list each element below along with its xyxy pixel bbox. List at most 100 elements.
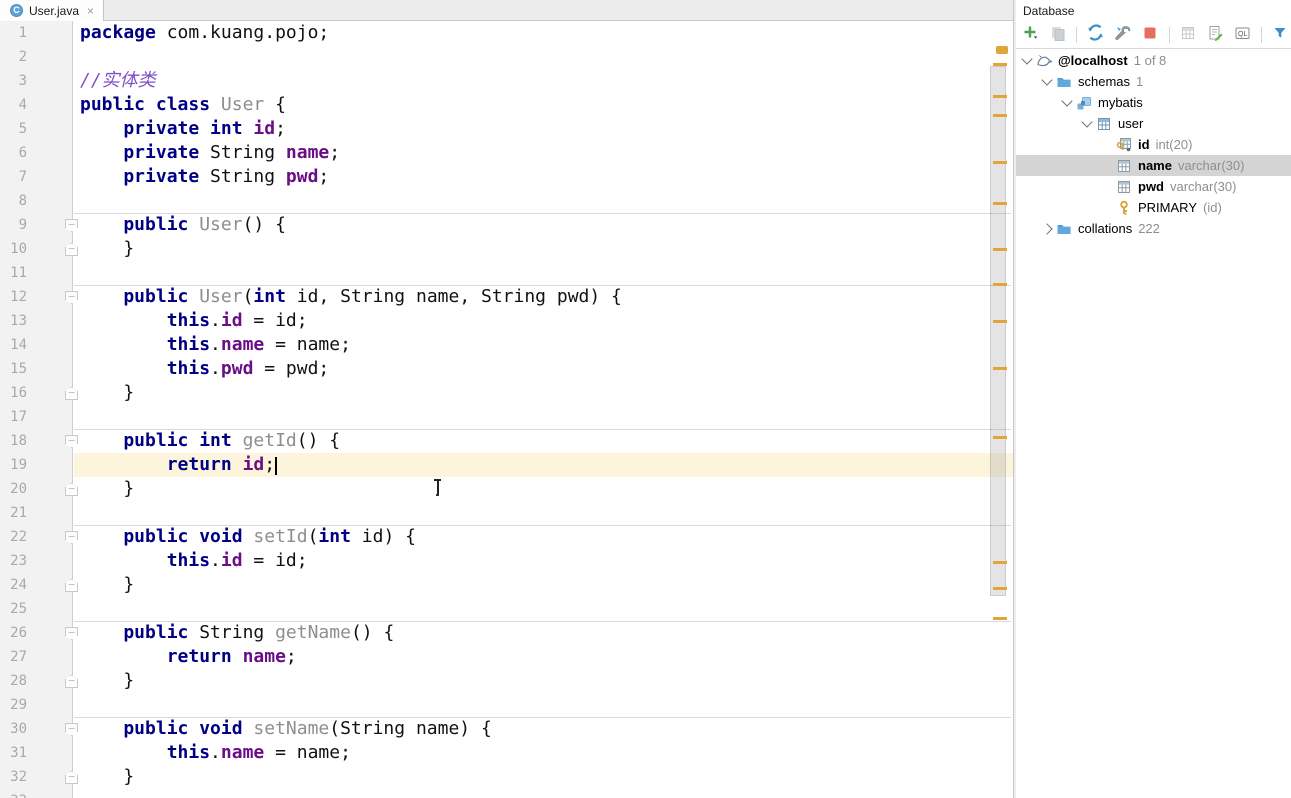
database-panel: Database QL @localhost 1 of 8 schemas 1 myba… — [1016, 0, 1291, 798]
scrollbar-thumb[interactable] — [990, 66, 1006, 596]
chevron-right-icon[interactable] — [1041, 222, 1053, 235]
code-line[interactable]: 17 — [0, 405, 1013, 429]
code-editor[interactable]: 1 package com.kuang.pojo; 2 3//实体类 4 public c… — [0, 21, 1013, 798]
code-text: } — [80, 670, 135, 691]
code-line[interactable]: 5 private int id; — [0, 117, 1013, 141]
code-line[interactable]: 18 − public int getId() { — [0, 429, 1013, 453]
code-line[interactable]: 33 — [0, 789, 1013, 798]
code-line[interactable]: 20 − } — [0, 477, 1013, 501]
tree-row-user[interactable]: user — [1016, 113, 1291, 134]
tab-close-icon[interactable]: × — [87, 5, 94, 17]
fold-marker-end[interactable]: − — [65, 243, 78, 256]
duplicate-button[interactable] — [1047, 24, 1068, 46]
code-line[interactable]: 1 package com.kuang.pojo; — [0, 21, 1013, 45]
mouse-ibeam-cursor — [433, 479, 442, 496]
tree-row-mybatis[interactable]: mybatis — [1016, 92, 1291, 113]
change-marker — [993, 587, 1007, 590]
synchronize-button[interactable] — [1085, 24, 1106, 46]
fold-marker-start[interactable]: − — [65, 531, 78, 544]
dump-data-button[interactable] — [1205, 24, 1226, 46]
stop-button[interactable] — [1140, 24, 1161, 46]
code-line[interactable]: 23 this.id = id; — [0, 549, 1013, 573]
code-line[interactable]: 10 − } — [0, 237, 1013, 261]
line-number: 10 — [10, 241, 27, 257]
fold-marker-end[interactable]: − — [65, 675, 78, 688]
code-line[interactable]: 32 − } — [0, 765, 1013, 789]
line-number: 2 — [18, 49, 27, 65]
line-number: 18 — [10, 433, 27, 449]
filter-button[interactable] — [1270, 24, 1291, 46]
code-text: package com.kuang.pojo; — [80, 22, 330, 43]
code-line[interactable]: 31 this.name = name; — [0, 741, 1013, 765]
code-line[interactable]: 24 − } — [0, 573, 1013, 597]
line-number: 4 — [18, 97, 27, 113]
tree-label: name — [1138, 158, 1172, 173]
code-line[interactable]: 27 return name; — [0, 645, 1013, 669]
code-line[interactable]: 7 private String pwd; — [0, 165, 1013, 189]
code-line[interactable]: 4 public class User { — [0, 93, 1013, 117]
code-line[interactable]: 11 — [0, 261, 1013, 285]
code-line[interactable]: 30 − public void setName(String name) { — [0, 717, 1013, 741]
fold-marker-end[interactable]: − — [65, 771, 78, 784]
code-line[interactable]: 22 − public void setId(int id) { — [0, 525, 1013, 549]
editor-tab-user-java[interactable]: C User.java × — [0, 0, 105, 21]
code-line[interactable]: 13 this.id = id; — [0, 309, 1013, 333]
code-line[interactable]: 14 this.name = name; — [0, 333, 1013, 357]
line-number: 8 — [18, 193, 27, 209]
code-line[interactable]: 26 − public String getName() { — [0, 621, 1013, 645]
toolbar-separator — [1076, 27, 1078, 43]
line-number: 16 — [10, 385, 27, 401]
fold-marker-end[interactable]: − — [65, 387, 78, 400]
code-text: this.id = id; — [80, 310, 308, 331]
fold-marker-start[interactable]: − — [65, 291, 78, 304]
chevron-down-icon[interactable] — [1061, 94, 1073, 107]
folder-icon — [1056, 74, 1074, 90]
fold-marker-start[interactable]: − — [65, 627, 78, 640]
add-datasource-button[interactable] — [1020, 24, 1041, 46]
tree-row--localhost[interactable]: @localhost 1 of 8 — [1016, 50, 1291, 71]
open-table-button[interactable] — [1178, 24, 1199, 46]
key-icon — [1116, 200, 1134, 216]
code-line[interactable]: 6 private String name; — [0, 141, 1013, 165]
code-line[interactable]: 29 — [0, 693, 1013, 717]
fold-marker-start[interactable]: − — [65, 435, 78, 448]
code-text: public void setId(int id) { — [80, 526, 416, 547]
line-number: 29 — [10, 697, 27, 713]
code-line[interactable]: 12 − public User(int id, String name, Str… — [0, 285, 1013, 309]
line-number: 32 — [10, 769, 27, 785]
tree-meta: varchar(30) — [1177, 158, 1245, 173]
code-line[interactable]: 2 — [0, 45, 1013, 69]
chevron-down-icon[interactable] — [1041, 73, 1053, 86]
line-number: 25 — [10, 601, 27, 617]
chevron-down-icon[interactable] — [1081, 115, 1093, 128]
code-line[interactable]: 8 — [0, 189, 1013, 213]
jump-to-console-button[interactable]: QL — [1232, 24, 1253, 46]
code-line[interactable]: 25 — [0, 597, 1013, 621]
change-marker — [993, 161, 1007, 164]
ide-window: { "tab": { "title": "User.java", "icon":… — [0, 0, 1291, 798]
tree-row-pwd[interactable]: pwd varchar(30) — [1016, 176, 1291, 197]
tree-row-id[interactable]: id int(20) — [1016, 134, 1291, 155]
code-text: public class User { — [80, 94, 286, 115]
tree-row-schemas[interactable]: schemas 1 — [1016, 71, 1291, 92]
code-line[interactable]: 19 return id; — [0, 453, 1013, 477]
console-ql-icon: QL — [1234, 25, 1251, 46]
tree-row-name[interactable]: name varchar(30) — [1016, 155, 1291, 176]
chevron-down-icon[interactable] — [1021, 52, 1033, 65]
fold-marker-end[interactable]: − — [65, 579, 78, 592]
fold-marker-start[interactable]: − — [65, 723, 78, 736]
inspection-indicator[interactable] — [996, 46, 1008, 54]
code-line[interactable]: 3 //实体类 — [0, 69, 1013, 93]
code-line[interactable]: 21 — [0, 501, 1013, 525]
tree-row-primary[interactable]: PRIMARY (id) — [1016, 197, 1291, 218]
tree-row-collations[interactable]: collations 222 — [1016, 218, 1291, 239]
datasource-properties-button[interactable] — [1112, 24, 1133, 46]
fold-marker-end[interactable]: − — [65, 483, 78, 496]
fold-marker-start[interactable]: − — [65, 219, 78, 232]
code-line[interactable]: 15 this.pwd = pwd; — [0, 357, 1013, 381]
code-line[interactable]: 16 − } — [0, 381, 1013, 405]
line-number: 31 — [10, 745, 27, 761]
stop-icon — [1142, 25, 1158, 46]
code-line[interactable]: 9 − public User() { — [0, 213, 1013, 237]
code-line[interactable]: 28 − } — [0, 669, 1013, 693]
